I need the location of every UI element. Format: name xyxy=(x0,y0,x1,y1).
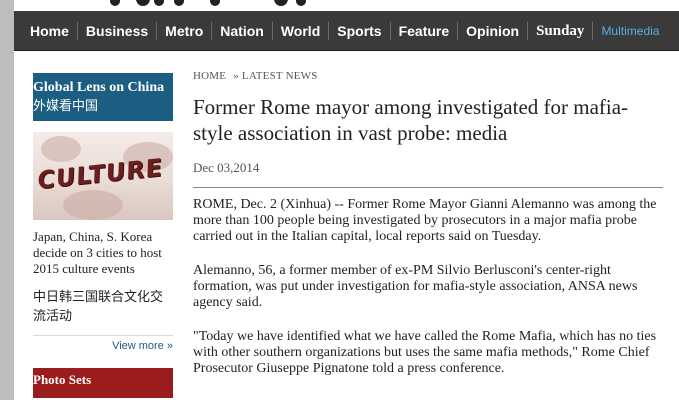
breadcrumb-home[interactable]: HOME xyxy=(193,70,226,82)
breadcrumb-latest-news[interactable]: LATEST NEWS xyxy=(242,70,318,82)
article-date: Dec 03,2014 xyxy=(193,160,260,176)
article-title: Former Rome mayor among investigated for… xyxy=(193,95,629,145)
nav-sunday[interactable]: Sunday xyxy=(528,21,594,40)
article-body: ROME, Dec. 2 (Xinhua) -- Former Rome May… xyxy=(193,197,663,377)
breadcrumb-separator: » xyxy=(233,70,239,82)
title-divider xyxy=(193,187,663,189)
sidebar-headline-link[interactable]: Japan, China, S. Korea decide on 3 citie… xyxy=(33,229,173,277)
article-paragraph: Alemanno, 56, a former member of ex-PM S… xyxy=(193,263,638,311)
nav-home[interactable]: Home xyxy=(22,21,78,40)
nav-feature[interactable]: Feature xyxy=(391,21,459,40)
article-paragraph: "Today we have identified what we have c… xyxy=(193,329,657,377)
nav-world[interactable]: World xyxy=(273,21,330,40)
nav-sports[interactable]: Sports xyxy=(329,21,391,40)
view-more-link[interactable]: View more » xyxy=(33,340,173,352)
nav-opinion[interactable]: Opinion xyxy=(458,21,529,40)
photo-sets-header[interactable]: Photo Sets xyxy=(33,368,173,398)
sidebar: Global Lens on China 外媒看中国 CULTURE Japan… xyxy=(33,73,173,398)
photo-sets-title[interactable]: Photo Sets xyxy=(33,372,173,388)
culture-thumbnail-image[interactable]: CULTURE xyxy=(33,132,173,220)
global-lens-title[interactable]: Global Lens on China xyxy=(33,80,173,96)
main-nav: Home Business Metro Nation World Sports … xyxy=(14,11,679,51)
masthead-remnant xyxy=(14,0,679,11)
nav-nation[interactable]: Nation xyxy=(212,21,273,40)
global-lens-header[interactable]: Global Lens on China 外媒看中国 xyxy=(33,73,173,121)
article-paragraph: ROME, Dec. 2 (Xinhua) -- Former Rome May… xyxy=(193,197,657,245)
article: HOME » LATEST NEWS Former Rome mayor among… xyxy=(193,70,663,395)
sidebar-divider xyxy=(33,335,173,336)
sidebar-chinese-headline-link[interactable]: 中日韩三国联合文化交流活动 xyxy=(33,287,173,325)
global-lens-subtitle[interactable]: 外媒看中国 xyxy=(33,97,173,114)
nav-metro[interactable]: Metro xyxy=(157,21,213,40)
left-gutter xyxy=(0,0,14,400)
nav-business[interactable]: Business xyxy=(78,21,158,40)
nav-multimedia[interactable]: Multimedia xyxy=(593,22,667,40)
breadcrumb: HOME » LATEST NEWS xyxy=(193,70,663,82)
